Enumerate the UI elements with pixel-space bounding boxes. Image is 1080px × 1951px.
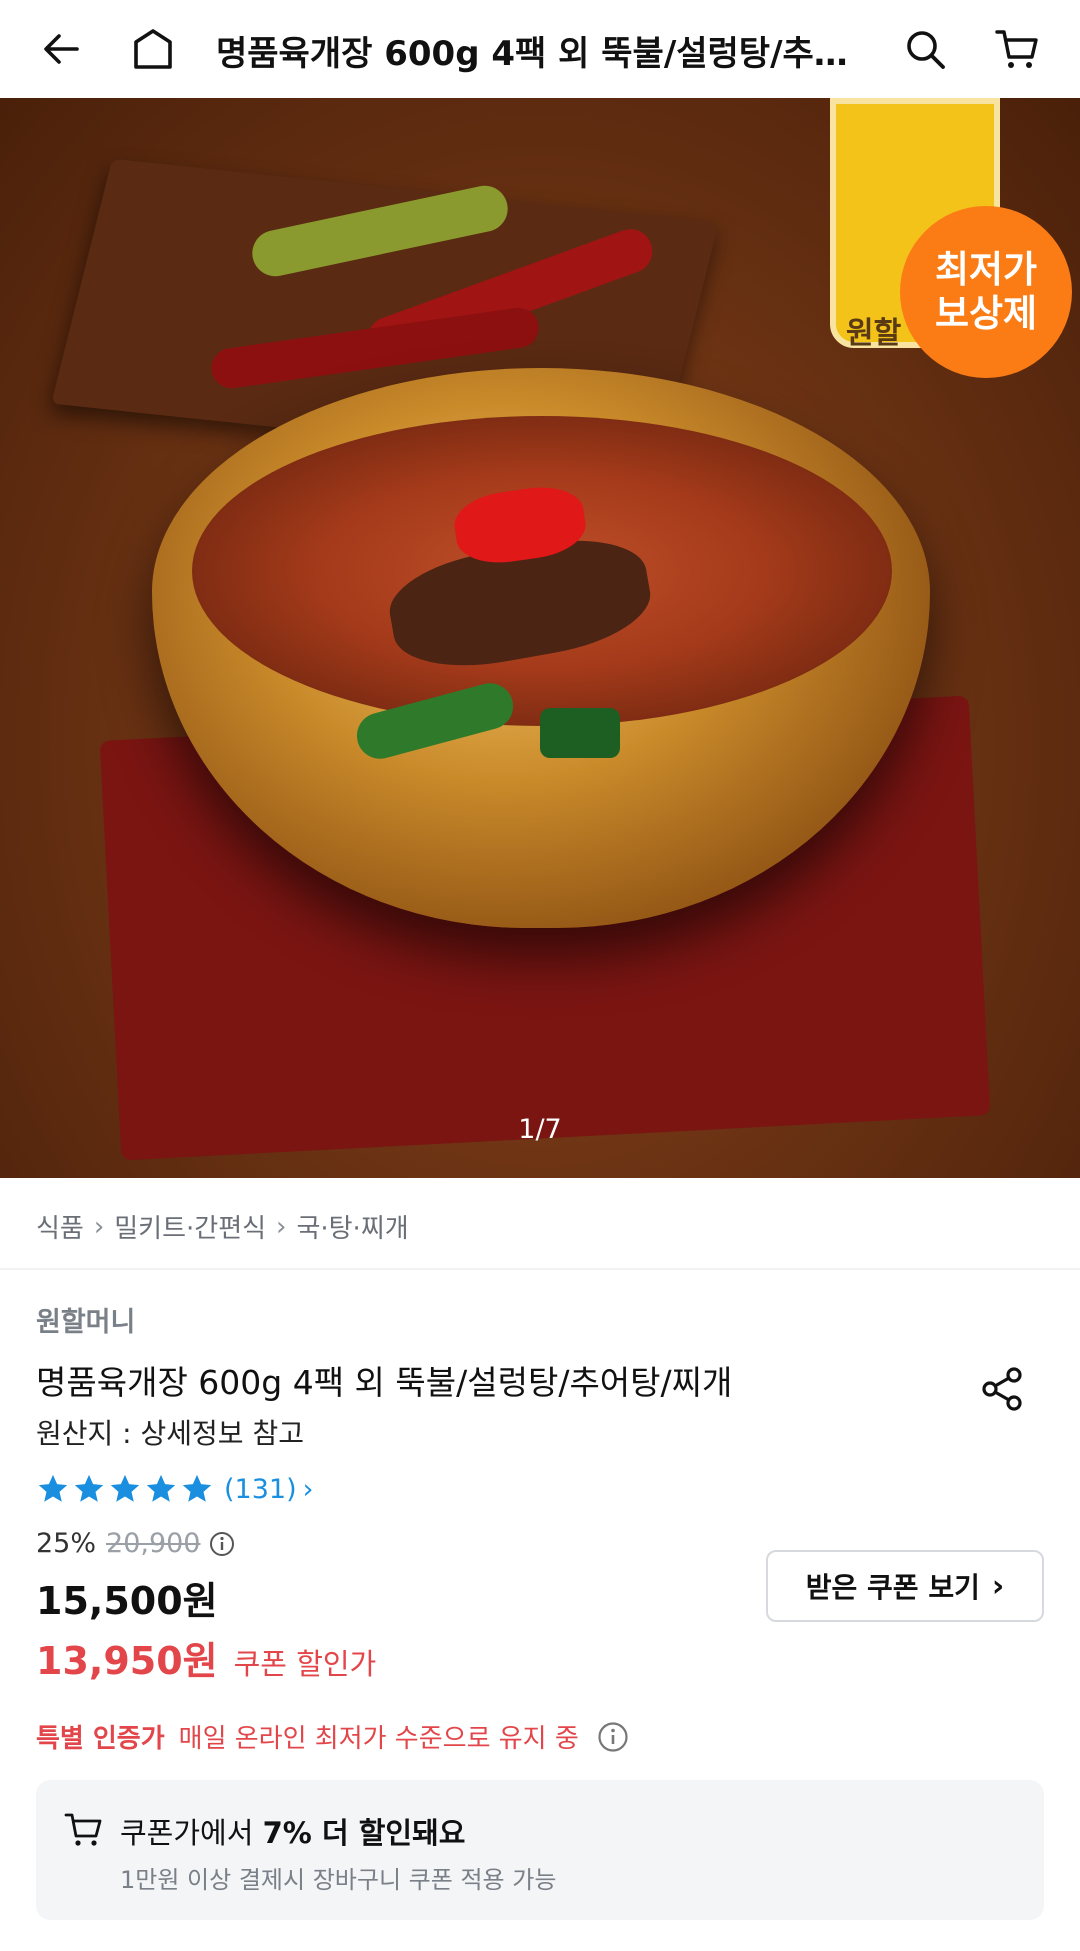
share-icon[interactable] bbox=[978, 1364, 1028, 1414]
breadcrumb: 식품 › 밀키트·간편식 › 국·탕·찌개 bbox=[36, 1208, 409, 1245]
lowest-price-guarantee-badge: 최저가 보상제 bbox=[900, 206, 1072, 378]
promo-highlight: 7% 더 할인돼요 bbox=[262, 1816, 466, 1850]
page-title: 명품육개장 600g 4팩 외 뚝불/설렁탕/추… bbox=[216, 34, 848, 74]
product-title: 명품육개장 600g 4팩 외 뚝불/설렁탕/추어탕/찌개 bbox=[36, 1363, 733, 1402]
star-icon bbox=[182, 1474, 212, 1502]
chevron-right-icon: › bbox=[991, 1568, 1005, 1604]
cart-icon[interactable] bbox=[984, 16, 1050, 82]
home-icon[interactable] bbox=[120, 16, 186, 82]
rating-summary[interactable]: (131) › bbox=[36, 1472, 313, 1506]
badge-line-1: 최저가 bbox=[934, 248, 1038, 291]
special-price-desc: 매일 온라인 최저가 수준으로 유지 중 bbox=[178, 1724, 579, 1754]
coupon-price-label: 쿠폰 할인가 bbox=[233, 1647, 377, 1681]
promo-prefix: 쿠폰가에서 bbox=[120, 1816, 263, 1850]
star-icon bbox=[74, 1474, 104, 1502]
original-price: 20,900 bbox=[106, 1528, 201, 1559]
badge-line-2: 보상제 bbox=[934, 292, 1038, 335]
info-icon[interactable] bbox=[597, 1721, 629, 1753]
info-icon[interactable] bbox=[209, 1531, 235, 1557]
chevron-right-icon: › bbox=[302, 1473, 314, 1505]
coupon-price-row: 13,950원 쿠폰 할인가 bbox=[36, 1630, 376, 1685]
chevron-right-icon: › bbox=[93, 1211, 105, 1242]
star-icon bbox=[38, 1474, 68, 1502]
star-icon bbox=[146, 1474, 176, 1502]
view-coupons-label: 받은 쿠폰 보기 bbox=[805, 1571, 980, 1604]
origin-info: 원산지 : 상세정보 참고 bbox=[36, 1417, 304, 1450]
discount-rate: 25% bbox=[36, 1528, 97, 1559]
top-navigation-bar: 명품육개장 600g 4팩 외 뚝불/설렁탕/추… bbox=[0, 0, 1080, 98]
star-icon bbox=[110, 1474, 140, 1502]
promo-sub-text: 1만원 이상 결제시 장바구니 쿠폰 적용 가능 bbox=[120, 1866, 557, 1894]
special-certified-price: 특별 인증가 매일 온라인 최저가 수준으로 유지 중 bbox=[36, 1718, 629, 1755]
breadcrumb-item-mealkit[interactable]: 밀키트·간편식 bbox=[114, 1208, 266, 1245]
brand-name[interactable]: 원할머니 bbox=[36, 1300, 135, 1339]
breadcrumb-item-food[interactable]: 식품 bbox=[36, 1208, 84, 1245]
coupon-price: 13,950원 bbox=[36, 1639, 218, 1683]
sale-price: 15,500원 bbox=[36, 1579, 218, 1623]
star-rating bbox=[36, 1472, 214, 1506]
green-onion-shape bbox=[540, 708, 620, 758]
chevron-right-icon: › bbox=[276, 1211, 287, 1242]
view-coupons-button[interactable]: 받은 쿠폰 보기 › bbox=[766, 1550, 1044, 1622]
back-arrow-icon[interactable] bbox=[28, 16, 94, 82]
breadcrumb-item-soup[interactable]: 국·탕·찌개 bbox=[296, 1208, 408, 1245]
promo-main-text: 쿠폰가에서 7% 더 할인돼요 bbox=[120, 1810, 465, 1852]
cart-icon bbox=[64, 1813, 102, 1846]
special-price-tag: 특별 인증가 bbox=[36, 1724, 165, 1754]
product-image-carousel[interactable]: 원할 최저가 보상제 1/7 bbox=[0, 98, 1080, 1178]
review-count[interactable]: (131) bbox=[224, 1474, 297, 1505]
image-page-counter: 1/7 bbox=[518, 1114, 562, 1145]
discount-info: 25% 20,900 bbox=[36, 1528, 235, 1559]
coupon-promo-box[interactable]: 쿠폰가에서 7% 더 할인돼요 1만원 이상 결제시 장바구니 쿠폰 적용 가능 bbox=[36, 1780, 1044, 1920]
section-divider bbox=[0, 1268, 1080, 1270]
search-icon[interactable] bbox=[892, 16, 958, 82]
